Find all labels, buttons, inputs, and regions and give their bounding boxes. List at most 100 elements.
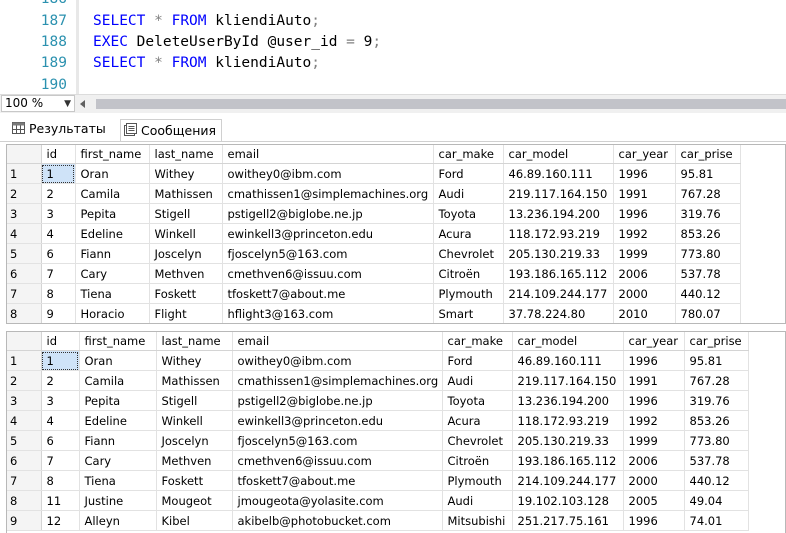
cell-car-year[interactable]: 1999 bbox=[613, 243, 676, 264]
cell-last-name[interactable]: Joscelyn bbox=[156, 430, 233, 451]
cell-car-make[interactable]: Plymouth bbox=[442, 470, 513, 491]
cell-first-name[interactable]: Camila bbox=[75, 183, 150, 204]
cell-first-name[interactable]: Edeline bbox=[79, 410, 157, 431]
cell-car-make[interactable]: Citroën bbox=[433, 263, 504, 284]
cell-last-name[interactable]: Mougeot bbox=[156, 490, 233, 511]
cell-id[interactable]: 8 bbox=[41, 283, 76, 304]
cell-car-make[interactable]: Chevrolet bbox=[433, 243, 504, 264]
cell-car-year[interactable]: 2006 bbox=[613, 263, 676, 284]
cell-email[interactable]: pstigell2@biglobe.ne.jp bbox=[222, 203, 434, 224]
sql-editor[interactable]: 186 187 188 189 190 SELECT * FROM kliend… bbox=[0, 0, 786, 94]
horizontal-scrollbar-thumb[interactable] bbox=[96, 99, 786, 109]
cell-email[interactable]: owithey0@ibm.com bbox=[222, 163, 434, 184]
cell-first-name[interactable]: Fiann bbox=[79, 430, 157, 451]
cell-car-model[interactable]: 205.130.219.33 bbox=[512, 430, 624, 451]
cell-first-name[interactable]: Oran bbox=[75, 163, 150, 184]
table-row[interactable]: 5 6 Fiann Joscelyn fjoscelyn5@163.com Chevrol… bbox=[7, 243, 741, 264]
cell-first-name[interactable]: Pepita bbox=[79, 390, 157, 411]
cell-car-year[interactable]: 2006 bbox=[623, 450, 685, 471]
row-number[interactable]: 3 bbox=[7, 203, 42, 224]
cell-email[interactable]: owithey0@ibm.com bbox=[232, 350, 443, 371]
cell-car-year[interactable]: 1999 bbox=[623, 430, 685, 451]
cell-last-name[interactable]: Stigell bbox=[156, 390, 233, 411]
cell-car-year[interactable]: 2005 bbox=[623, 490, 685, 511]
cell-email[interactable]: fjoscelyn5@163.com bbox=[222, 243, 434, 264]
code-line[interactable]: SELECT * FROM kliendiAuto; bbox=[93, 53, 320, 74]
cell-last-name[interactable]: Foskett bbox=[156, 470, 233, 491]
cell-car-make[interactable]: Audi bbox=[442, 370, 513, 391]
cell-car-prise[interactable]: 773.80 bbox=[684, 430, 749, 451]
cell-car-year[interactable]: 2000 bbox=[613, 283, 676, 304]
result-grid-1[interactable]: id first_name last_name email car_make car_mo… bbox=[6, 144, 786, 324]
cell-car-year[interactable]: 1996 bbox=[613, 163, 676, 184]
cell-last-name[interactable]: Withey bbox=[156, 350, 233, 371]
cell-car-make[interactable]: Chevrolet bbox=[442, 430, 513, 451]
cell-first-name[interactable]: Horacio bbox=[75, 303, 150, 323]
cell-last-name[interactable]: Mathissen bbox=[149, 183, 223, 204]
cell-car-prise[interactable]: 767.28 bbox=[675, 183, 741, 204]
column-header-car-year[interactable]: car_year bbox=[623, 332, 685, 351]
cell-car-model[interactable]: 214.109.244.177 bbox=[503, 283, 614, 304]
row-number[interactable]: 7 bbox=[7, 283, 42, 304]
column-header-car-year[interactable]: car_year bbox=[613, 145, 676, 164]
cell-car-make[interactable]: Plymouth bbox=[433, 283, 504, 304]
cell-car-model[interactable]: 193.186.165.112 bbox=[503, 263, 614, 284]
cell-car-make[interactable]: Ford bbox=[442, 350, 513, 371]
cell-id[interactable]: 6 bbox=[41, 430, 80, 451]
cell-id[interactable]: 11 bbox=[41, 490, 80, 511]
column-header-first-name[interactable]: first_name bbox=[75, 145, 150, 164]
column-header-id[interactable]: id bbox=[41, 332, 80, 351]
cell-first-name[interactable]: Camila bbox=[79, 370, 157, 391]
cell-id[interactable]: 9 bbox=[41, 303, 76, 323]
row-number[interactable]: 9 bbox=[7, 510, 42, 531]
cell-email[interactable]: cmethven6@issuu.com bbox=[232, 450, 443, 471]
cell-car-prise[interactable]: 319.76 bbox=[675, 203, 741, 224]
table-row[interactable]: 9 12 Alleyn Kibel akibelb@photobucket.com Mit… bbox=[7, 510, 749, 531]
cell-id[interactable]: 1 bbox=[41, 163, 76, 184]
column-header-car-model[interactable]: car_model bbox=[503, 145, 614, 164]
table-row[interactable]: 6 7 Cary Methven cmethven6@issuu.com Citroën 1… bbox=[7, 450, 749, 471]
cell-email[interactable]: jmougeota@yolasite.com bbox=[232, 490, 443, 511]
column-header-email[interactable]: email bbox=[222, 145, 434, 164]
cell-last-name[interactable]: Methven bbox=[149, 263, 223, 284]
cell-car-prise[interactable]: 853.26 bbox=[675, 223, 741, 244]
row-number[interactable]: 1 bbox=[7, 350, 42, 371]
cell-first-name[interactable]: Tiena bbox=[79, 470, 157, 491]
cell-email[interactable]: tfoskett7@about.me bbox=[232, 470, 443, 491]
cell-id[interactable]: 3 bbox=[41, 390, 80, 411]
cell-id[interactable]: 7 bbox=[41, 263, 76, 284]
column-header-car-make[interactable]: car_make bbox=[442, 332, 513, 351]
row-number[interactable]: 2 bbox=[7, 370, 42, 391]
cell-car-make[interactable]: Audi bbox=[442, 490, 513, 511]
cell-last-name[interactable]: Winkell bbox=[156, 410, 233, 431]
cell-email[interactable]: cmathissen1@simplemachines.org bbox=[232, 370, 443, 391]
cell-car-year[interactable]: 1991 bbox=[623, 370, 685, 391]
table-row[interactable]: 8 11 Justine Mougeot jmougeota@yolasite.com A… bbox=[7, 490, 749, 511]
cell-car-year[interactable]: 1992 bbox=[613, 223, 676, 244]
cell-car-model[interactable]: 46.89.160.111 bbox=[512, 350, 624, 371]
column-header-car-prise[interactable]: car_prise bbox=[684, 332, 749, 351]
cell-car-model[interactable]: 193.186.165.112 bbox=[512, 450, 624, 471]
table-row[interactable]: 6 7 Cary Methven cmethven6@issuu.com Citroën 1… bbox=[7, 263, 741, 284]
cell-car-make[interactable]: Toyota bbox=[433, 203, 504, 224]
column-header-first-name[interactable]: first_name bbox=[79, 332, 157, 351]
cell-car-model[interactable]: 214.109.244.177 bbox=[512, 470, 624, 491]
cell-first-name[interactable]: Tiena bbox=[75, 283, 150, 304]
row-number[interactable]: 5 bbox=[7, 243, 42, 264]
cell-car-year[interactable]: 2000 bbox=[623, 470, 685, 491]
cell-id[interactable]: 2 bbox=[41, 183, 76, 204]
cell-email[interactable]: pstigell2@biglobe.ne.jp bbox=[232, 390, 443, 411]
cell-first-name[interactable]: Justine bbox=[79, 490, 157, 511]
row-number[interactable]: 6 bbox=[7, 450, 42, 471]
cell-car-prise[interactable]: 319.76 bbox=[684, 390, 749, 411]
cell-car-prise[interactable]: 440.12 bbox=[675, 283, 741, 304]
cell-last-name[interactable]: Flight bbox=[149, 303, 223, 323]
cell-car-prise[interactable]: 95.81 bbox=[675, 163, 741, 184]
cell-car-prise[interactable]: 853.26 bbox=[684, 410, 749, 431]
cell-car-prise[interactable]: 773.80 bbox=[675, 243, 741, 264]
cell-email[interactable]: akibelb@photobucket.com bbox=[232, 510, 443, 531]
cell-first-name[interactable]: Alleyn bbox=[79, 510, 157, 531]
cell-car-prise[interactable]: 440.12 bbox=[684, 470, 749, 491]
cell-email[interactable]: ewinkell3@princeton.edu bbox=[232, 410, 443, 431]
cell-car-model[interactable]: 37.78.224.80 bbox=[503, 303, 614, 323]
